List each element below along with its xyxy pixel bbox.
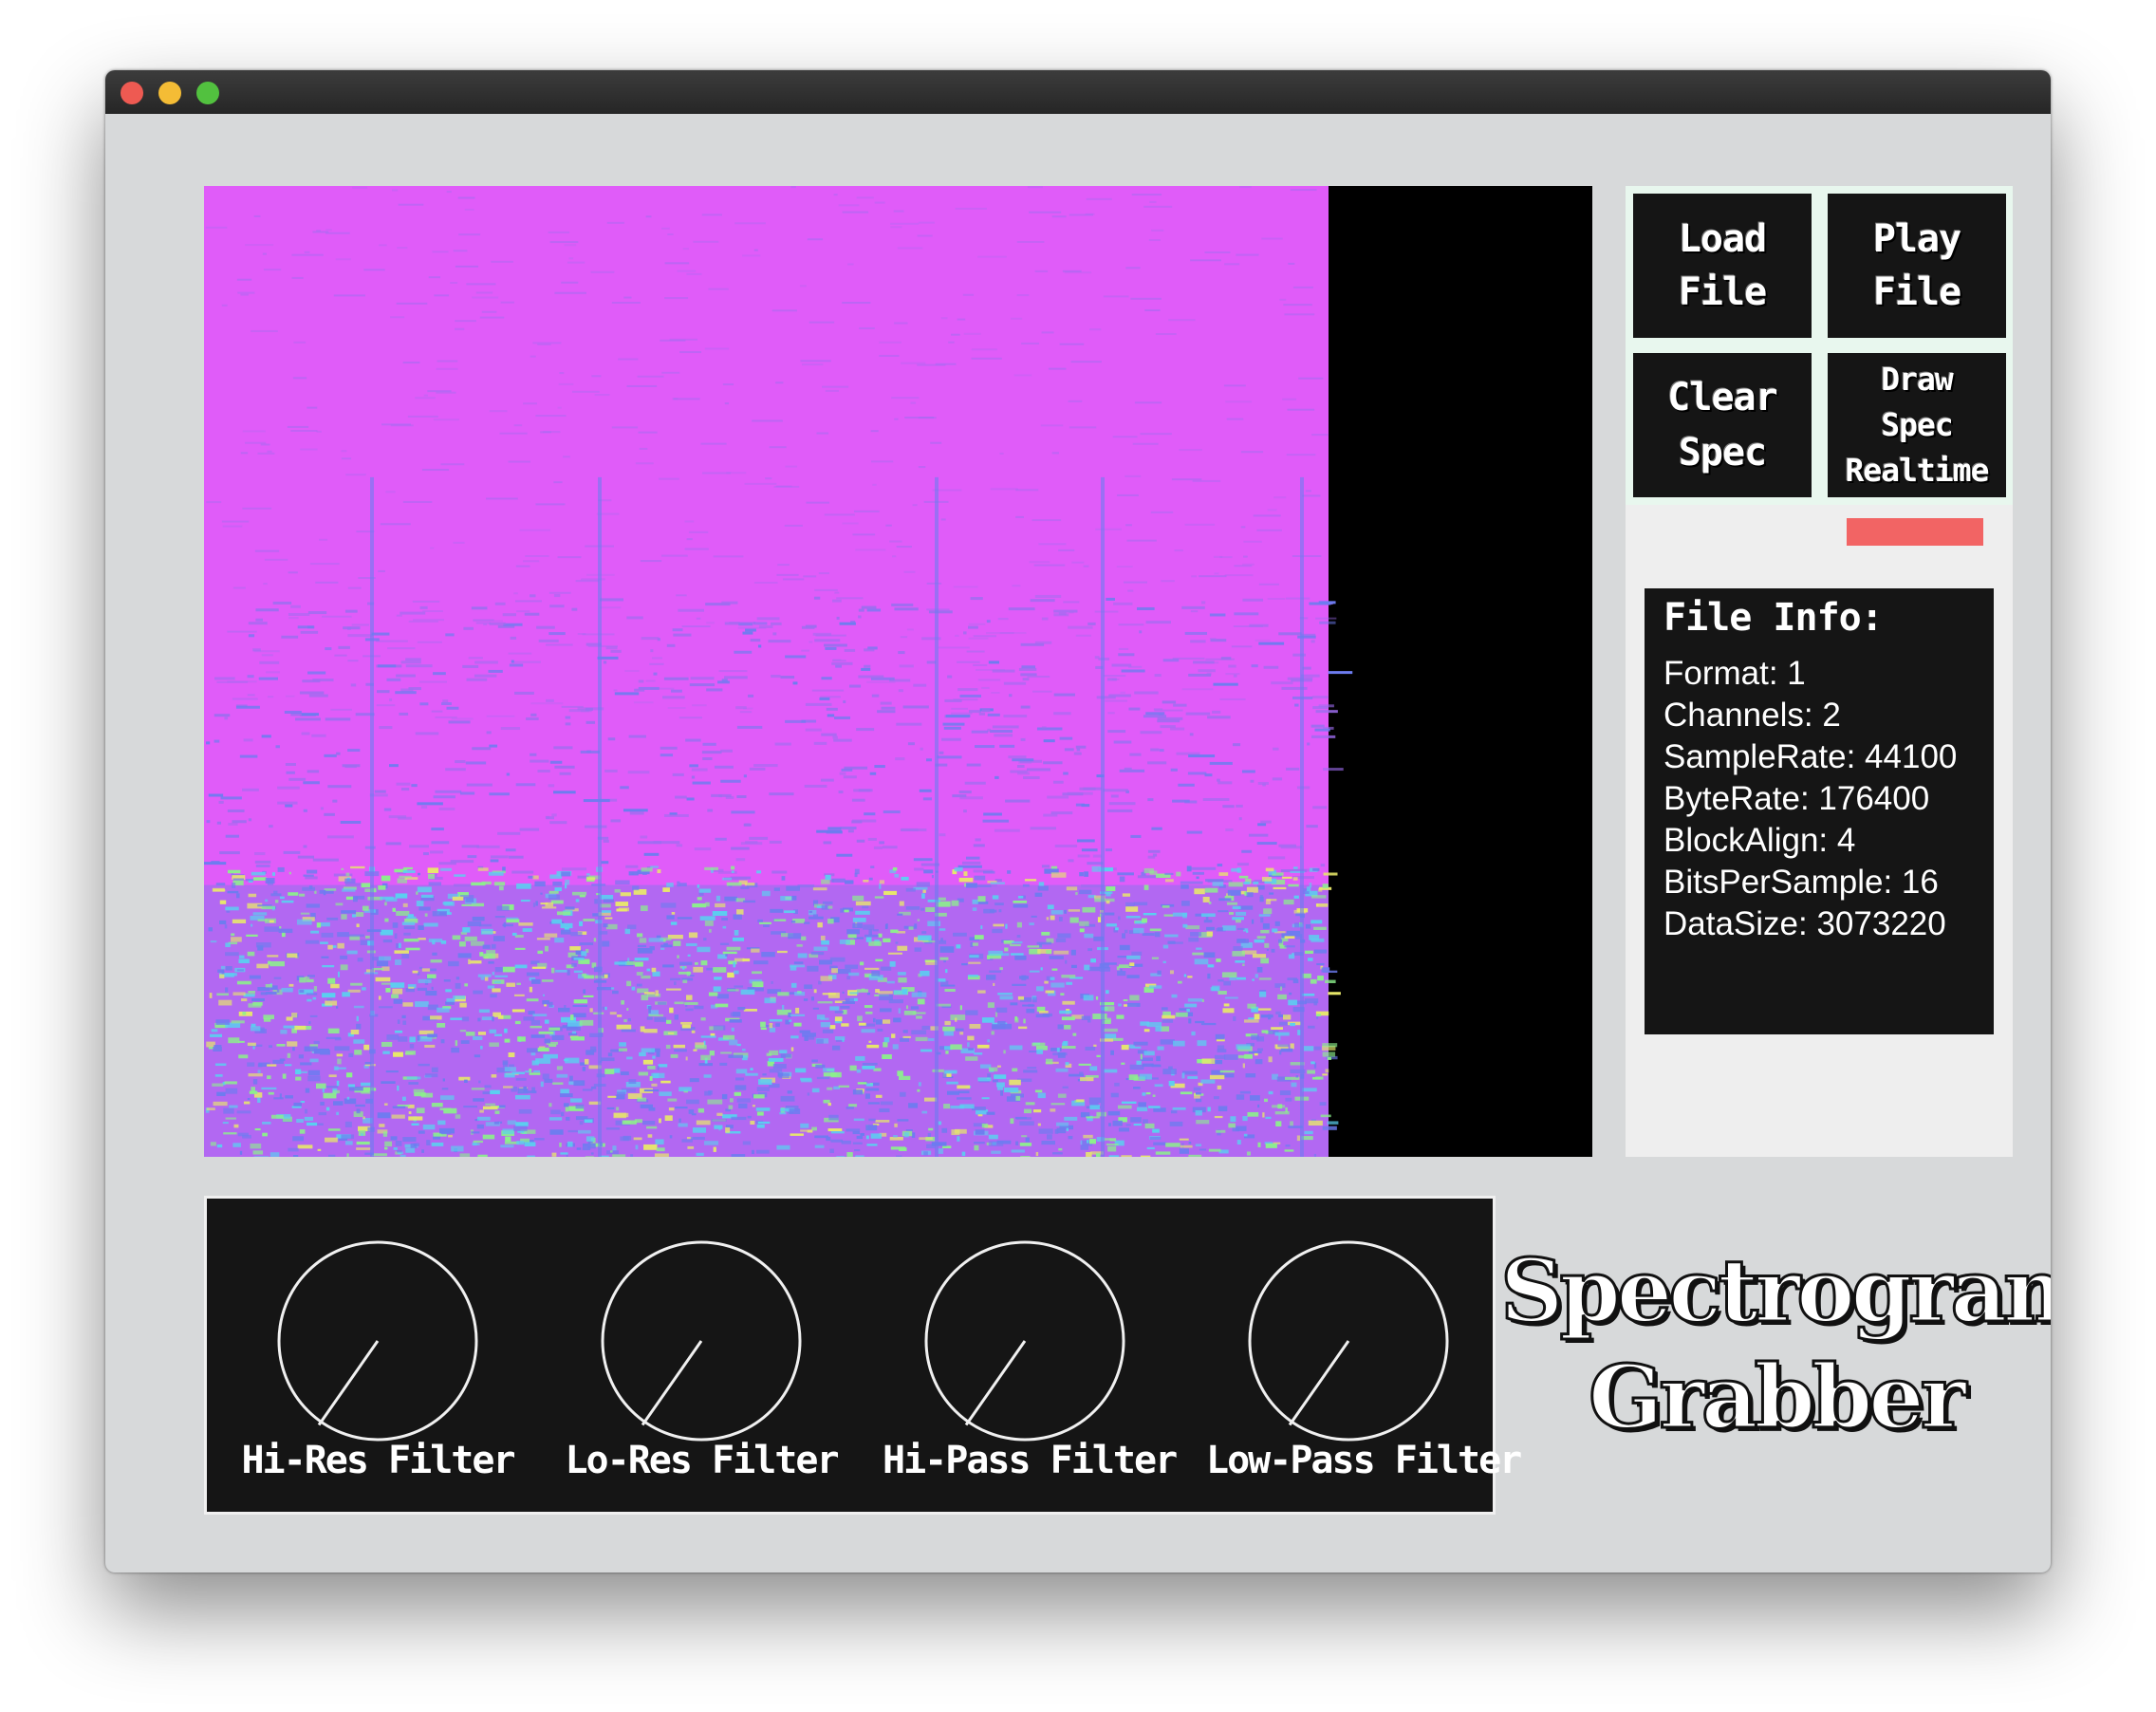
file-info-datasize: DataSize: 3073220 — [1663, 905, 1946, 942]
low-pass-filter-knob[interactable]: Low-Pass Filter — [1206, 1237, 1522, 1502]
lo-res-filter-knob[interactable]: Lo-Res Filter — [559, 1237, 844, 1502]
knob-label: Hi-Pass Filter — [883, 1439, 1178, 1482]
hi-res-filter-knob[interactable]: Hi-Res Filter — [235, 1237, 520, 1502]
app-window: Load File Play File Clear Spec Draw Spec… — [105, 70, 2051, 1572]
title-bar — [105, 70, 2051, 114]
file-info-format: Format: 1 — [1663, 655, 1806, 692]
play-file-button[interactable]: Play File — [1828, 194, 2006, 338]
file-info-bitspersample: BitsPerSample: 16 — [1663, 864, 1939, 901]
brand-line-1: Spectrogram — [1499, 1238, 2052, 1344]
app-logo-title: Spectrogram Grabber — [1499, 1237, 2052, 1450]
knob-dial-icon[interactable] — [597, 1237, 806, 1445]
file-info-byterate: ByteRate: 176400 — [1663, 780, 1930, 817]
knob-dial-icon[interactable] — [273, 1237, 482, 1445]
button-grid: Load File Play File Clear Spec Draw Spec… — [1626, 186, 2013, 505]
spectrogram-view — [204, 186, 1592, 1157]
control-panel: Load File Play File Clear Spec Draw Spec… — [1626, 186, 2013, 1157]
load-file-button[interactable]: Load File — [1633, 194, 1812, 338]
knob-label: Hi-Res Filter — [241, 1439, 515, 1482]
hi-pass-filter-knob[interactable]: Hi-Pass Filter — [883, 1237, 1178, 1502]
knob-dial-icon[interactable] — [1244, 1237, 1453, 1445]
file-info-title: File Info: — [1663, 596, 1884, 640]
knob-label: Lo-Res Filter — [565, 1439, 839, 1482]
file-info-samplerate: SampleRate: 44100 — [1663, 738, 1958, 775]
file-info-blockalign: BlockAlign: 4 — [1663, 822, 1856, 859]
file-info-panel: File Info: Format: 1 Channels: 2 SampleR… — [1645, 588, 1994, 1034]
zoom-button[interactable] — [196, 82, 219, 104]
knob-label: Low-Pass Filter — [1206, 1439, 1522, 1482]
draw-spec-realtime-button[interactable]: Draw Spec Realtime — [1828, 353, 2006, 497]
knob-dial-icon[interactable] — [920, 1237, 1129, 1445]
close-button[interactable] — [121, 82, 143, 104]
status-indicator — [1847, 518, 1983, 546]
brand-line-2: Grabber — [1587, 1345, 1967, 1450]
spectrogram-image — [204, 186, 1353, 1157]
minimize-button[interactable] — [158, 82, 181, 104]
clear-spec-button[interactable]: Clear Spec — [1633, 353, 1812, 497]
file-info-channels: Channels: 2 — [1663, 697, 1841, 734]
filter-knobs-panel: Hi-Res Filter Lo-Res Filter Hi-Pass Filt… — [204, 1196, 1522, 1515]
